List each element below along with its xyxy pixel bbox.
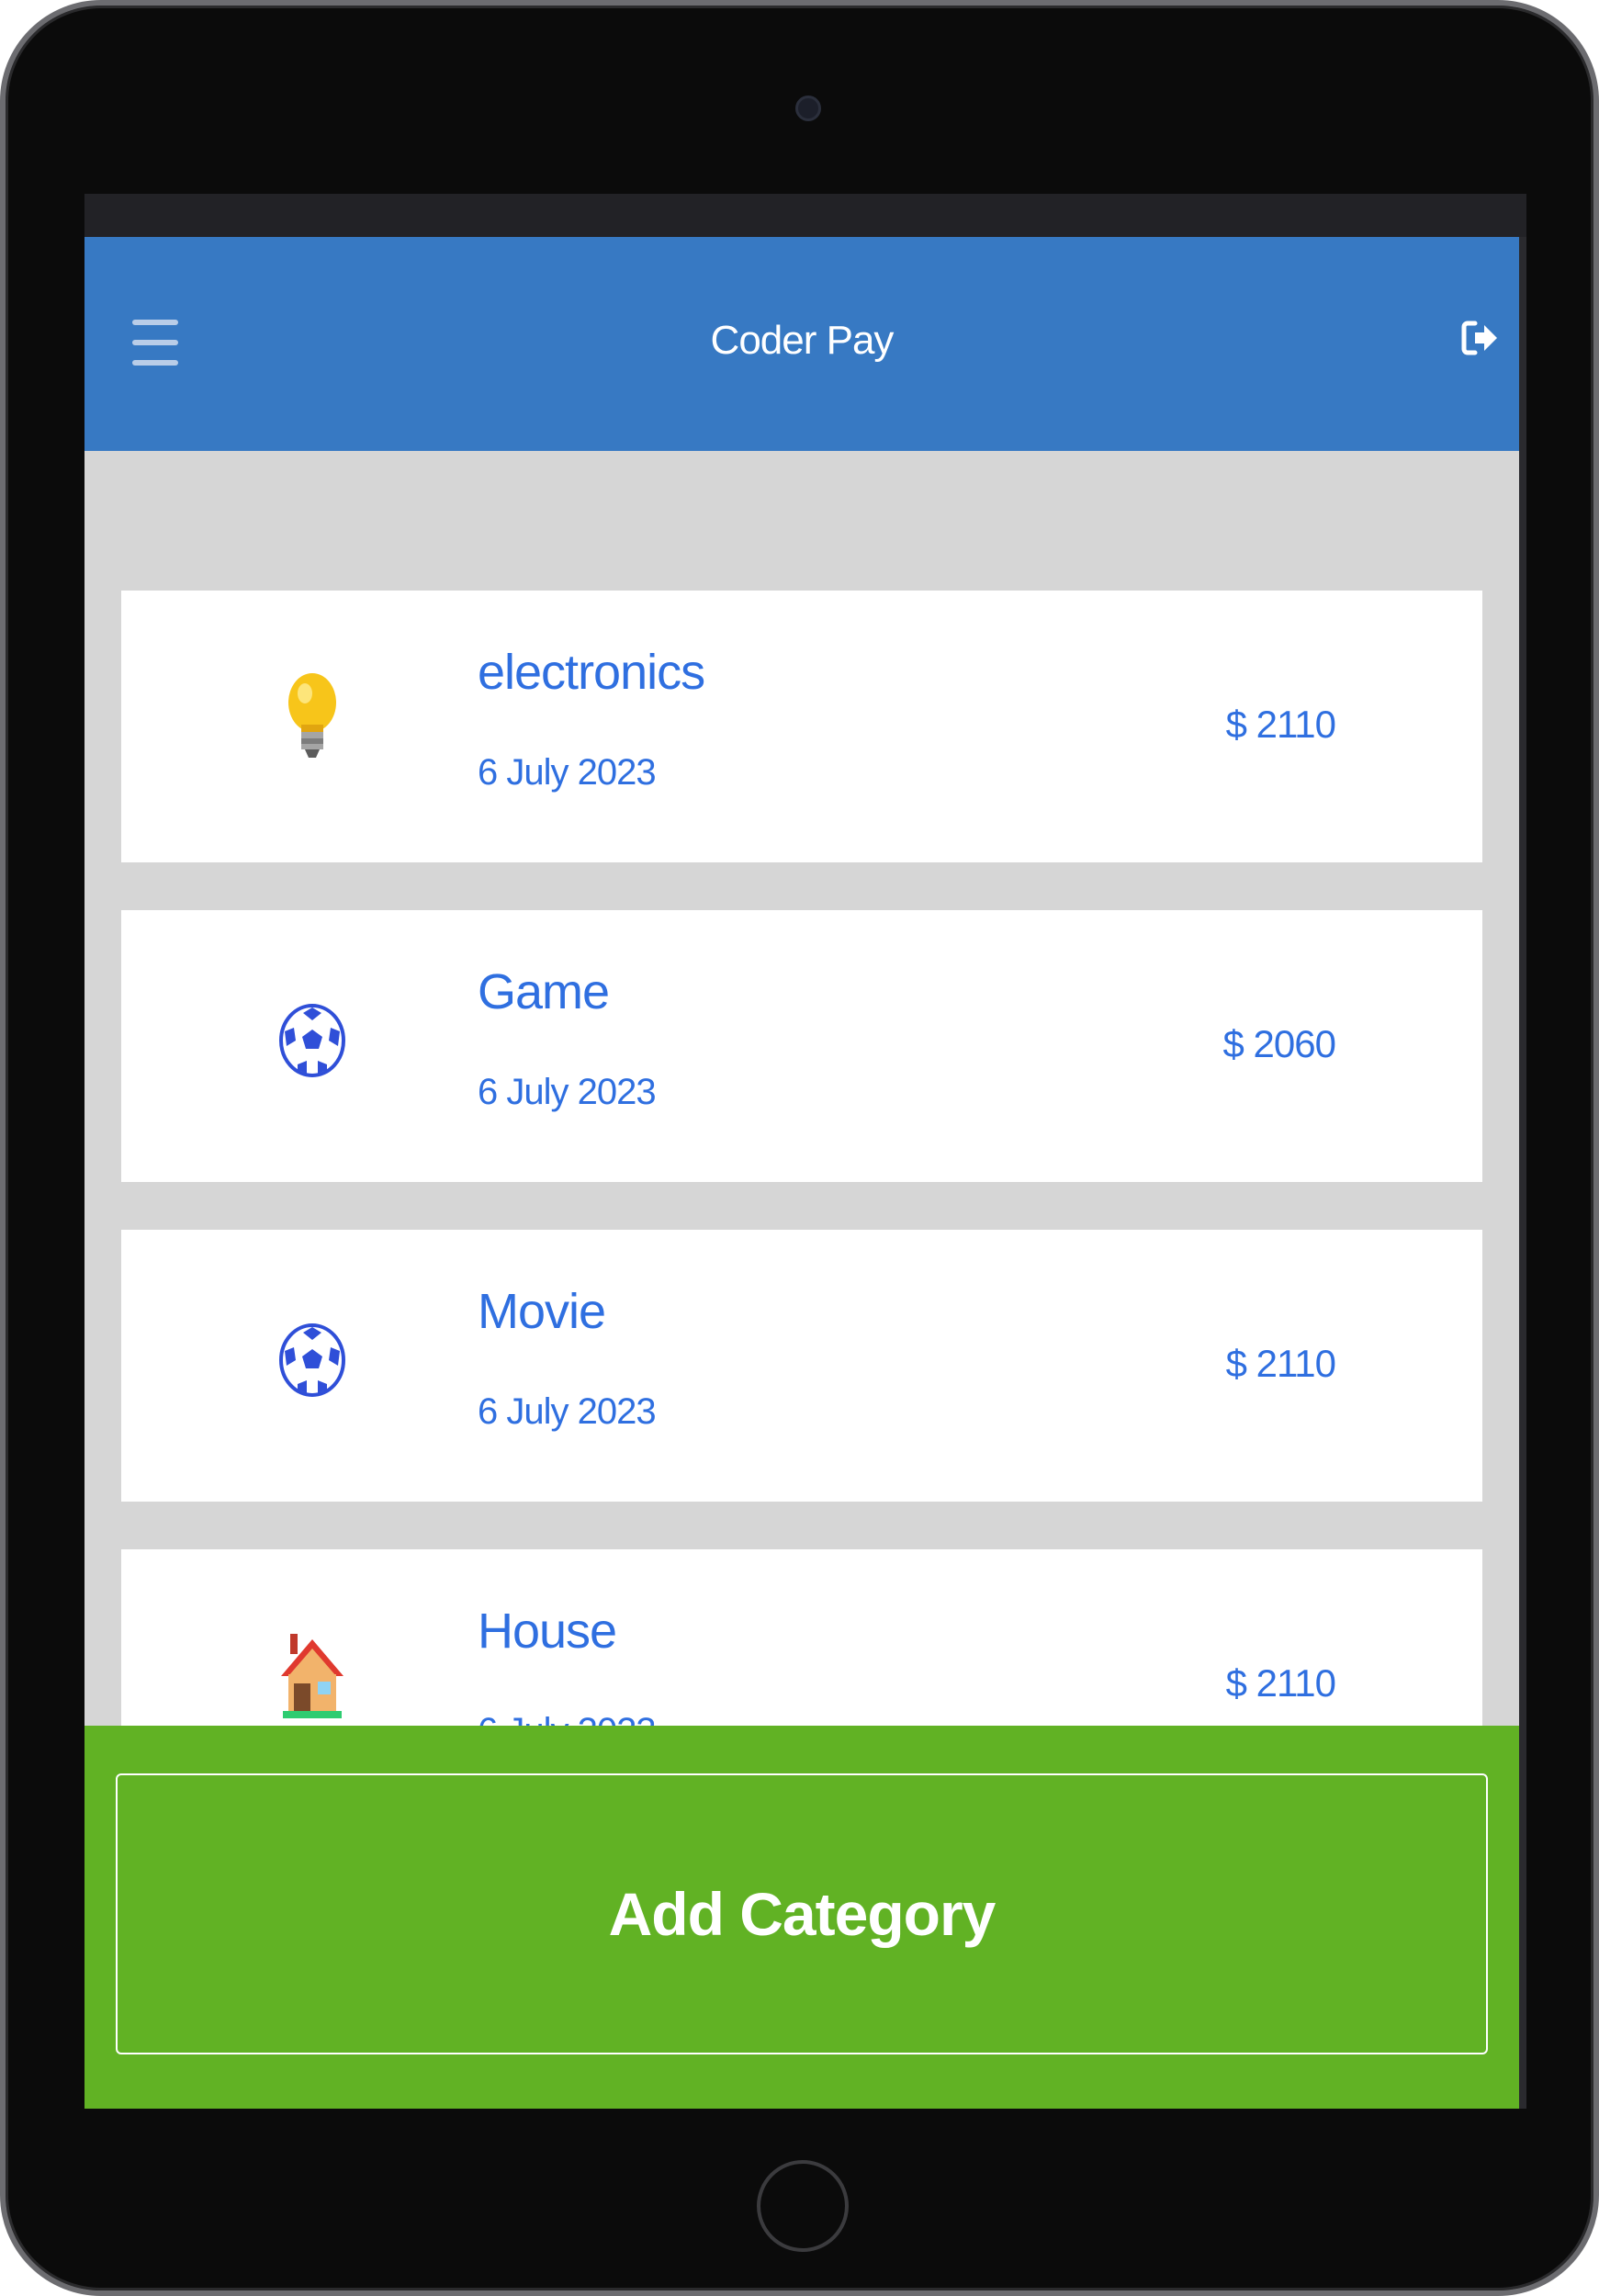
house-icon bbox=[277, 1625, 347, 1735]
app-title: Coder Pay bbox=[710, 318, 895, 363]
category-date: 6 July 2023 bbox=[478, 1072, 657, 1112]
category-amount: $ 2060 bbox=[1222, 1022, 1336, 1065]
lightbulb-icon bbox=[277, 666, 347, 776]
category-amount: $ 2110 bbox=[1225, 703, 1336, 746]
category-card[interactable]: electronics 6 July 2023 $ 2110 bbox=[121, 591, 1482, 862]
category-name: Game bbox=[478, 964, 610, 1019]
screen-edge bbox=[1519, 237, 1526, 2109]
home-button[interactable] bbox=[757, 2160, 849, 2252]
category-amount: $ 2110 bbox=[1225, 1342, 1336, 1385]
status-bar bbox=[84, 194, 1526, 237]
app-screen: Coder Pay electronics 6 July 2023 $ 2110… bbox=[84, 194, 1526, 2109]
category-name: electronics bbox=[478, 645, 705, 700]
front-camera bbox=[795, 96, 821, 121]
tablet-frame: Coder Pay electronics 6 July 2023 $ 2110… bbox=[0, 0, 1599, 2296]
soccer-ball-icon bbox=[277, 1305, 347, 1415]
logout-icon[interactable] bbox=[1460, 316, 1501, 360]
add-category-button[interactable]: Add Category bbox=[116, 1773, 1488, 2054]
app-header: Coder Pay bbox=[84, 237, 1519, 451]
category-list: electronics 6 July 2023 $ 2110 Game 6 Ju… bbox=[121, 591, 1482, 1869]
footer-bar: Add Category bbox=[84, 1726, 1519, 2109]
category-date: 6 July 2023 bbox=[478, 752, 657, 793]
category-card[interactable]: Movie 6 July 2023 $ 2110 bbox=[121, 1230, 1482, 1502]
category-date: 6 July 2023 bbox=[478, 1391, 657, 1432]
category-amount: $ 2110 bbox=[1225, 1661, 1336, 1705]
category-name: Movie bbox=[478, 1284, 606, 1339]
category-card[interactable]: Game 6 July 2023 $ 2060 bbox=[121, 910, 1482, 1182]
soccer-ball-icon bbox=[277, 985, 347, 1096]
category-name: House bbox=[478, 1604, 617, 1659]
